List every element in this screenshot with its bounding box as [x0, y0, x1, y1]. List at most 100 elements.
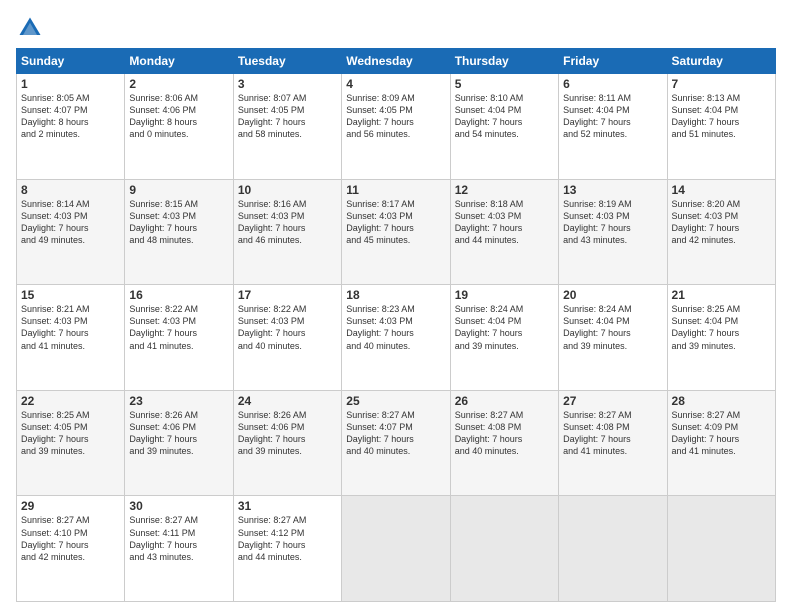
day-header-sunday: Sunday	[17, 49, 125, 74]
calendar-cell	[667, 496, 775, 602]
header	[16, 10, 776, 42]
cell-info: Sunrise: 8:26 AMSunset: 4:06 PMDaylight:…	[238, 409, 337, 458]
day-header-wednesday: Wednesday	[342, 49, 450, 74]
calendar-cell: 18Sunrise: 8:23 AMSunset: 4:03 PMDayligh…	[342, 285, 450, 391]
cell-info: Sunrise: 8:22 AMSunset: 4:03 PMDaylight:…	[129, 303, 228, 352]
cell-info: Sunrise: 8:26 AMSunset: 4:06 PMDaylight:…	[129, 409, 228, 458]
cell-info: Sunrise: 8:24 AMSunset: 4:04 PMDaylight:…	[455, 303, 554, 352]
cell-info: Sunrise: 8:13 AMSunset: 4:04 PMDaylight:…	[672, 92, 771, 141]
day-header-tuesday: Tuesday	[233, 49, 341, 74]
day-number: 30	[129, 499, 228, 513]
calendar-cell: 9Sunrise: 8:15 AMSunset: 4:03 PMDaylight…	[125, 179, 233, 285]
day-number: 15	[21, 288, 120, 302]
day-number: 20	[563, 288, 662, 302]
calendar-table: SundayMondayTuesdayWednesdayThursdayFrid…	[16, 48, 776, 602]
calendar-cell: 31Sunrise: 8:27 AMSunset: 4:12 PMDayligh…	[233, 496, 341, 602]
calendar-week-row: 15Sunrise: 8:21 AMSunset: 4:03 PMDayligh…	[17, 285, 776, 391]
day-number: 28	[672, 394, 771, 408]
calendar-cell: 20Sunrise: 8:24 AMSunset: 4:04 PMDayligh…	[559, 285, 667, 391]
day-number: 23	[129, 394, 228, 408]
calendar-cell: 11Sunrise: 8:17 AMSunset: 4:03 PMDayligh…	[342, 179, 450, 285]
cell-info: Sunrise: 8:18 AMSunset: 4:03 PMDaylight:…	[455, 198, 554, 247]
cell-info: Sunrise: 8:11 AMSunset: 4:04 PMDaylight:…	[563, 92, 662, 141]
calendar-cell: 1Sunrise: 8:05 AMSunset: 4:07 PMDaylight…	[17, 74, 125, 180]
calendar-cell: 24Sunrise: 8:26 AMSunset: 4:06 PMDayligh…	[233, 390, 341, 496]
day-number: 7	[672, 77, 771, 91]
day-number: 11	[346, 183, 445, 197]
day-number: 25	[346, 394, 445, 408]
cell-info: Sunrise: 8:14 AMSunset: 4:03 PMDaylight:…	[21, 198, 120, 247]
day-header-saturday: Saturday	[667, 49, 775, 74]
cell-info: Sunrise: 8:27 AMSunset: 4:10 PMDaylight:…	[21, 514, 120, 563]
cell-info: Sunrise: 8:06 AMSunset: 4:06 PMDaylight:…	[129, 92, 228, 141]
calendar-week-row: 8Sunrise: 8:14 AMSunset: 4:03 PMDaylight…	[17, 179, 776, 285]
calendar-cell: 17Sunrise: 8:22 AMSunset: 4:03 PMDayligh…	[233, 285, 341, 391]
calendar-week-row: 29Sunrise: 8:27 AMSunset: 4:10 PMDayligh…	[17, 496, 776, 602]
calendar-cell: 14Sunrise: 8:20 AMSunset: 4:03 PMDayligh…	[667, 179, 775, 285]
cell-info: Sunrise: 8:21 AMSunset: 4:03 PMDaylight:…	[21, 303, 120, 352]
calendar-cell: 3Sunrise: 8:07 AMSunset: 4:05 PMDaylight…	[233, 74, 341, 180]
cell-info: Sunrise: 8:27 AMSunset: 4:08 PMDaylight:…	[455, 409, 554, 458]
cell-info: Sunrise: 8:17 AMSunset: 4:03 PMDaylight:…	[346, 198, 445, 247]
cell-info: Sunrise: 8:27 AMSunset: 4:09 PMDaylight:…	[672, 409, 771, 458]
day-number: 8	[21, 183, 120, 197]
calendar-cell: 7Sunrise: 8:13 AMSunset: 4:04 PMDaylight…	[667, 74, 775, 180]
page: SundayMondayTuesdayWednesdayThursdayFrid…	[0, 0, 792, 612]
logo	[16, 14, 48, 42]
calendar-cell: 2Sunrise: 8:06 AMSunset: 4:06 PMDaylight…	[125, 74, 233, 180]
day-number: 5	[455, 77, 554, 91]
cell-info: Sunrise: 8:27 AMSunset: 4:08 PMDaylight:…	[563, 409, 662, 458]
logo-icon	[16, 14, 44, 42]
day-number: 1	[21, 77, 120, 91]
day-number: 6	[563, 77, 662, 91]
calendar-cell: 10Sunrise: 8:16 AMSunset: 4:03 PMDayligh…	[233, 179, 341, 285]
cell-info: Sunrise: 8:25 AMSunset: 4:04 PMDaylight:…	[672, 303, 771, 352]
day-header-friday: Friday	[559, 49, 667, 74]
day-number: 4	[346, 77, 445, 91]
calendar-cell	[559, 496, 667, 602]
day-number: 10	[238, 183, 337, 197]
day-header-thursday: Thursday	[450, 49, 558, 74]
day-number: 26	[455, 394, 554, 408]
day-number: 12	[455, 183, 554, 197]
day-number: 2	[129, 77, 228, 91]
cell-info: Sunrise: 8:09 AMSunset: 4:05 PMDaylight:…	[346, 92, 445, 141]
calendar-cell: 29Sunrise: 8:27 AMSunset: 4:10 PMDayligh…	[17, 496, 125, 602]
day-number: 22	[21, 394, 120, 408]
cell-info: Sunrise: 8:19 AMSunset: 4:03 PMDaylight:…	[563, 198, 662, 247]
calendar-cell: 5Sunrise: 8:10 AMSunset: 4:04 PMDaylight…	[450, 74, 558, 180]
cell-info: Sunrise: 8:22 AMSunset: 4:03 PMDaylight:…	[238, 303, 337, 352]
calendar-cell: 23Sunrise: 8:26 AMSunset: 4:06 PMDayligh…	[125, 390, 233, 496]
cell-info: Sunrise: 8:10 AMSunset: 4:04 PMDaylight:…	[455, 92, 554, 141]
calendar-week-row: 1Sunrise: 8:05 AMSunset: 4:07 PMDaylight…	[17, 74, 776, 180]
calendar-cell: 21Sunrise: 8:25 AMSunset: 4:04 PMDayligh…	[667, 285, 775, 391]
calendar-header-row: SundayMondayTuesdayWednesdayThursdayFrid…	[17, 49, 776, 74]
cell-info: Sunrise: 8:24 AMSunset: 4:04 PMDaylight:…	[563, 303, 662, 352]
day-number: 18	[346, 288, 445, 302]
day-number: 24	[238, 394, 337, 408]
cell-info: Sunrise: 8:27 AMSunset: 4:07 PMDaylight:…	[346, 409, 445, 458]
calendar-cell: 12Sunrise: 8:18 AMSunset: 4:03 PMDayligh…	[450, 179, 558, 285]
calendar-cell: 8Sunrise: 8:14 AMSunset: 4:03 PMDaylight…	[17, 179, 125, 285]
day-header-monday: Monday	[125, 49, 233, 74]
calendar-cell: 25Sunrise: 8:27 AMSunset: 4:07 PMDayligh…	[342, 390, 450, 496]
day-number: 9	[129, 183, 228, 197]
calendar-cell: 6Sunrise: 8:11 AMSunset: 4:04 PMDaylight…	[559, 74, 667, 180]
cell-info: Sunrise: 8:25 AMSunset: 4:05 PMDaylight:…	[21, 409, 120, 458]
cell-info: Sunrise: 8:27 AMSunset: 4:12 PMDaylight:…	[238, 514, 337, 563]
day-number: 21	[672, 288, 771, 302]
cell-info: Sunrise: 8:07 AMSunset: 4:05 PMDaylight:…	[238, 92, 337, 141]
cell-info: Sunrise: 8:23 AMSunset: 4:03 PMDaylight:…	[346, 303, 445, 352]
calendar-cell: 15Sunrise: 8:21 AMSunset: 4:03 PMDayligh…	[17, 285, 125, 391]
day-number: 13	[563, 183, 662, 197]
cell-info: Sunrise: 8:05 AMSunset: 4:07 PMDaylight:…	[21, 92, 120, 141]
cell-info: Sunrise: 8:20 AMSunset: 4:03 PMDaylight:…	[672, 198, 771, 247]
day-number: 19	[455, 288, 554, 302]
cell-info: Sunrise: 8:15 AMSunset: 4:03 PMDaylight:…	[129, 198, 228, 247]
calendar-cell: 16Sunrise: 8:22 AMSunset: 4:03 PMDayligh…	[125, 285, 233, 391]
calendar-cell: 28Sunrise: 8:27 AMSunset: 4:09 PMDayligh…	[667, 390, 775, 496]
day-number: 14	[672, 183, 771, 197]
calendar-cell: 30Sunrise: 8:27 AMSunset: 4:11 PMDayligh…	[125, 496, 233, 602]
day-number: 27	[563, 394, 662, 408]
day-number: 16	[129, 288, 228, 302]
